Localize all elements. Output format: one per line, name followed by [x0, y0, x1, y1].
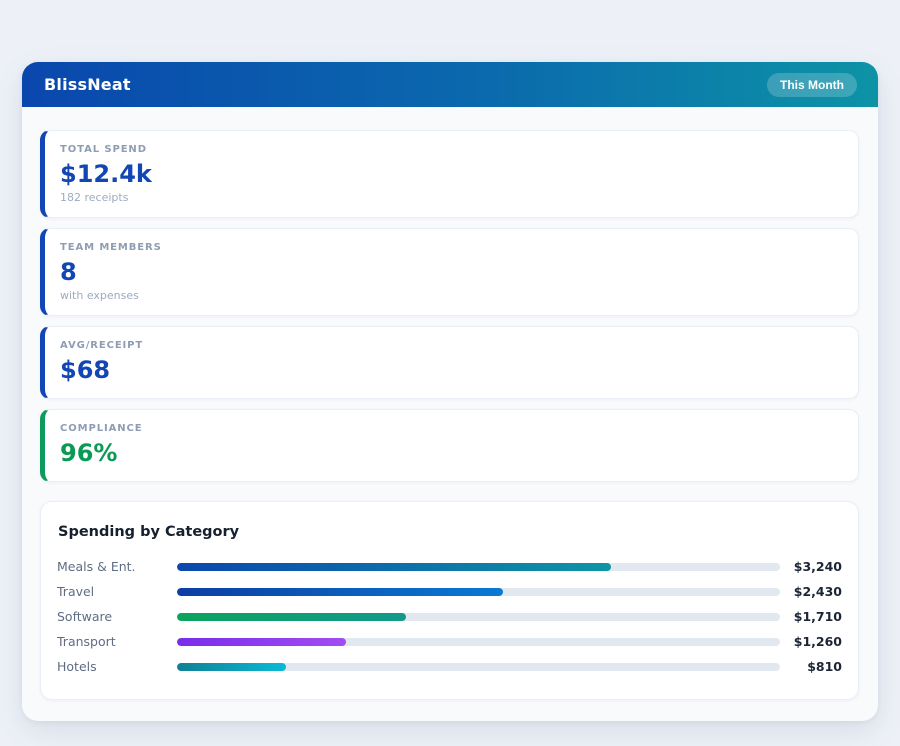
stat-card: AVG/RECEIPT $68 — [40, 326, 859, 399]
category-value: $2,430 — [780, 584, 842, 599]
spending-by-category-card: Spending by Category Meals & Ent. $3,240… — [40, 501, 859, 700]
bar-track — [177, 638, 780, 646]
category-value: $1,710 — [780, 609, 842, 624]
category-row: Travel $2,430 — [57, 579, 842, 604]
bar-track — [177, 663, 780, 671]
bar-fill — [177, 588, 503, 596]
stat-value: 8 — [60, 257, 842, 287]
period-badge[interactable]: This Month — [767, 73, 857, 97]
app-header: BlissNeat This Month — [22, 62, 878, 107]
stat-card: COMPLIANCE 96% — [40, 409, 859, 482]
stat-value: $68 — [60, 355, 842, 385]
category-value: $1,260 — [780, 634, 842, 649]
chart-title: Spending by Category — [58, 524, 842, 540]
stat-label: TOTAL SPEND — [60, 144, 842, 155]
bar-fill — [177, 638, 346, 646]
category-value: $3,240 — [780, 559, 842, 574]
stat-card: TEAM MEMBERS 8 with expenses — [40, 228, 859, 316]
stat-label: COMPLIANCE — [60, 423, 842, 434]
stat-value: 96% — [60, 438, 842, 468]
category-label: Hotels — [57, 659, 177, 674]
stat-card: TOTAL SPEND $12.4k 182 receipts — [40, 130, 859, 218]
app-title: BlissNeat — [44, 75, 131, 94]
dashboard-panel: BlissNeat This Month TOTAL SPEND $12.4k … — [22, 62, 878, 721]
category-rows: Meals & Ent. $3,240 Travel $2,430 Softwa… — [57, 554, 842, 679]
dashboard-content: TOTAL SPEND $12.4k 182 receipts TEAM MEM… — [22, 107, 878, 700]
category-row: Meals & Ent. $3,240 — [57, 554, 842, 579]
stat-label: TEAM MEMBERS — [60, 242, 842, 253]
category-value: $810 — [780, 659, 842, 674]
bar-fill — [177, 563, 611, 571]
stats-list: TOTAL SPEND $12.4k 182 receipts TEAM MEM… — [40, 130, 859, 482]
stat-label: AVG/RECEIPT — [60, 340, 842, 351]
bar-track — [177, 588, 780, 596]
category-label: Software — [57, 609, 177, 624]
bar-track — [177, 613, 780, 621]
category-label: Transport — [57, 634, 177, 649]
bar-fill — [177, 663, 286, 671]
bar-track — [177, 563, 780, 571]
stat-value: $12.4k — [60, 159, 842, 189]
stat-subtext: 182 receipts — [60, 191, 842, 204]
category-row: Hotels $810 — [57, 654, 842, 679]
category-row: Transport $1,260 — [57, 629, 842, 654]
category-row: Software $1,710 — [57, 604, 842, 629]
stat-subtext: with expenses — [60, 289, 842, 302]
category-label: Travel — [57, 584, 177, 599]
bar-fill — [177, 613, 406, 621]
category-label: Meals & Ent. — [57, 559, 177, 574]
